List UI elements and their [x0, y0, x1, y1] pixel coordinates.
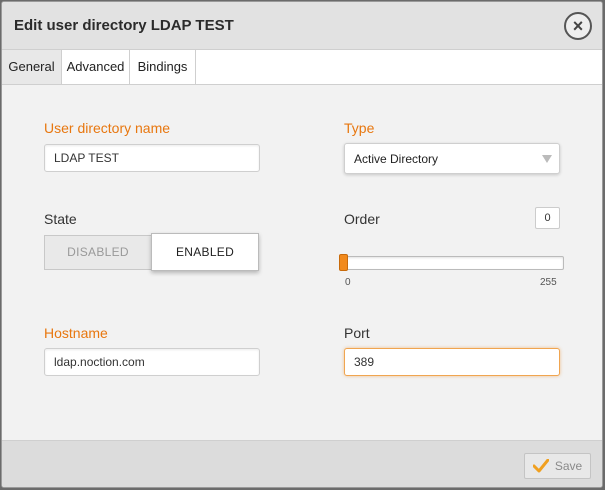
- close-icon[interactable]: ×: [564, 12, 592, 40]
- type-label: Type: [344, 120, 375, 136]
- tab-bindings[interactable]: Bindings: [130, 50, 196, 84]
- dialog-footer: Save: [2, 440, 602, 487]
- state-enabled-button[interactable]: ENABLED: [151, 233, 259, 271]
- type-select-value: Active Directory: [354, 152, 439, 166]
- order-slider-handle[interactable]: [339, 254, 348, 271]
- tab-advanced[interactable]: Advanced: [62, 50, 130, 84]
- edit-user-directory-dialog: Edit user directory LDAP TEST × General …: [1, 1, 603, 488]
- type-select[interactable]: Active Directory: [344, 143, 560, 174]
- directory-name-input[interactable]: LDAP TEST: [44, 144, 260, 172]
- port-input[interactable]: 389: [344, 348, 560, 376]
- order-label: Order: [344, 211, 380, 227]
- state-disabled-button[interactable]: DISABLED: [44, 235, 152, 270]
- dialog-title: Edit user directory LDAP TEST: [14, 17, 234, 34]
- order-slider-max: 255: [540, 277, 557, 288]
- tab-bar: General Advanced Bindings: [2, 50, 602, 85]
- checkmark-icon: [532, 459, 549, 473]
- order-slider-track[interactable]: [343, 256, 564, 270]
- order-value: 0: [535, 207, 560, 229]
- save-button[interactable]: Save: [524, 453, 591, 479]
- hostname-label: Hostname: [44, 325, 108, 341]
- dialog-title-bar: Edit user directory LDAP TEST ×: [2, 2, 602, 50]
- state-label: State: [44, 211, 77, 227]
- tab-general[interactable]: General: [2, 50, 62, 84]
- directory-name-label: User directory name: [44, 120, 171, 136]
- save-button-label: Save: [554, 459, 583, 473]
- port-label: Port: [344, 325, 370, 341]
- hostname-input[interactable]: ldap.noction.com: [44, 348, 260, 376]
- order-slider-min: 0: [345, 277, 351, 288]
- chevron-down-icon: [542, 155, 552, 163]
